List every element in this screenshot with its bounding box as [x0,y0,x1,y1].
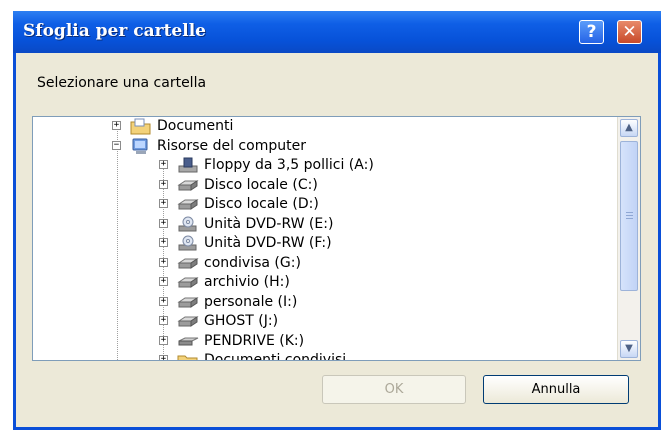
tree-item-label: Disco locale (D:) [204,196,319,212]
help-button[interactable]: ? [579,20,604,44]
scroll-thumb[interactable] [620,141,638,291]
tree-connector [117,147,119,360]
title-bar[interactable]: Sfoglia per cartelle ? ✕ [13,11,661,53]
hard-disk-icon [177,177,199,194]
tree-item-label: Documenti condivisi [204,352,347,361]
collapse-toggle-icon[interactable]: − [112,140,121,150]
expand-toggle-icon[interactable]: + [159,218,168,228]
hard-disk-icon [177,294,199,311]
vertical-scrollbar[interactable]: ▲ ▼ [617,117,640,360]
thumb-grip [626,218,633,219]
expand-toggle-icon[interactable]: + [112,121,121,130]
scroll-down-button[interactable]: ▼ [620,340,638,358]
thumb-grip [626,215,633,216]
tree-item-label: Risorse del computer [157,137,306,154]
tree-item-label: archivio (H:) [204,274,290,290]
my-computer-icon [130,138,152,155]
tree-item-label: GHOST (J:) [204,313,279,329]
shared-folder-icon [177,352,199,360]
dvd-drive-icon [177,216,199,233]
browse-folder-dialog: Sfoglia per cartelle ? ✕ Selezionare una… [13,11,661,430]
expand-toggle-icon[interactable]: + [159,296,168,306]
expand-toggle-icon[interactable]: + [159,277,168,286]
tree-item-label: condivisa (G:) [204,254,301,271]
instruction-label: Selezionare una cartella [37,75,207,91]
dvd-drive-icon [177,235,199,252]
documents-folder-icon [130,118,152,135]
expand-toggle-icon[interactable]: + [159,199,168,208]
close-button[interactable]: ✕ [617,20,642,44]
expand-toggle-icon[interactable]: + [159,179,168,189]
floppy-drive-icon [177,157,199,174]
tree-item-label: Documenti [157,118,234,134]
ok-button[interactable]: OK [322,375,466,404]
expand-toggle-icon[interactable]: + [159,335,168,345]
tree-item-label: personale (I:) [204,293,298,310]
tree-item-label: Unità DVD-RW (E:) [204,215,334,232]
folder-tree[interactable]: + Documenti − Risorse del computer + Floppy d… [32,116,641,361]
expand-toggle-icon[interactable]: + [159,238,168,247]
tree-item-label: Floppy da 3,5 pollici (A:) [204,157,374,173]
hard-disk-icon [177,255,199,272]
expand-toggle-icon[interactable]: + [159,355,168,360]
tree-item-label: Unità DVD-RW (F:) [204,235,332,251]
hard-disk-icon [177,313,199,330]
tree-item-label: Disco locale (C:) [204,176,318,193]
scroll-up-button[interactable]: ▲ [620,119,638,137]
cancel-button[interactable]: Annulla [483,375,629,404]
hard-disk-icon [177,274,199,291]
hard-disk-icon [177,196,199,213]
dialog-body: Selezionare una cartella + Documenti − Riso… [16,53,658,427]
expand-toggle-icon[interactable]: + [159,316,168,325]
removable-drive-icon [177,333,199,350]
tree-item-label: PENDRIVE (K:) [204,332,305,349]
window-title: Sfoglia per cartelle [23,21,206,41]
expand-toggle-icon[interactable]: + [159,160,168,169]
thumb-grip [626,212,633,213]
expand-toggle-icon[interactable]: + [159,257,168,267]
